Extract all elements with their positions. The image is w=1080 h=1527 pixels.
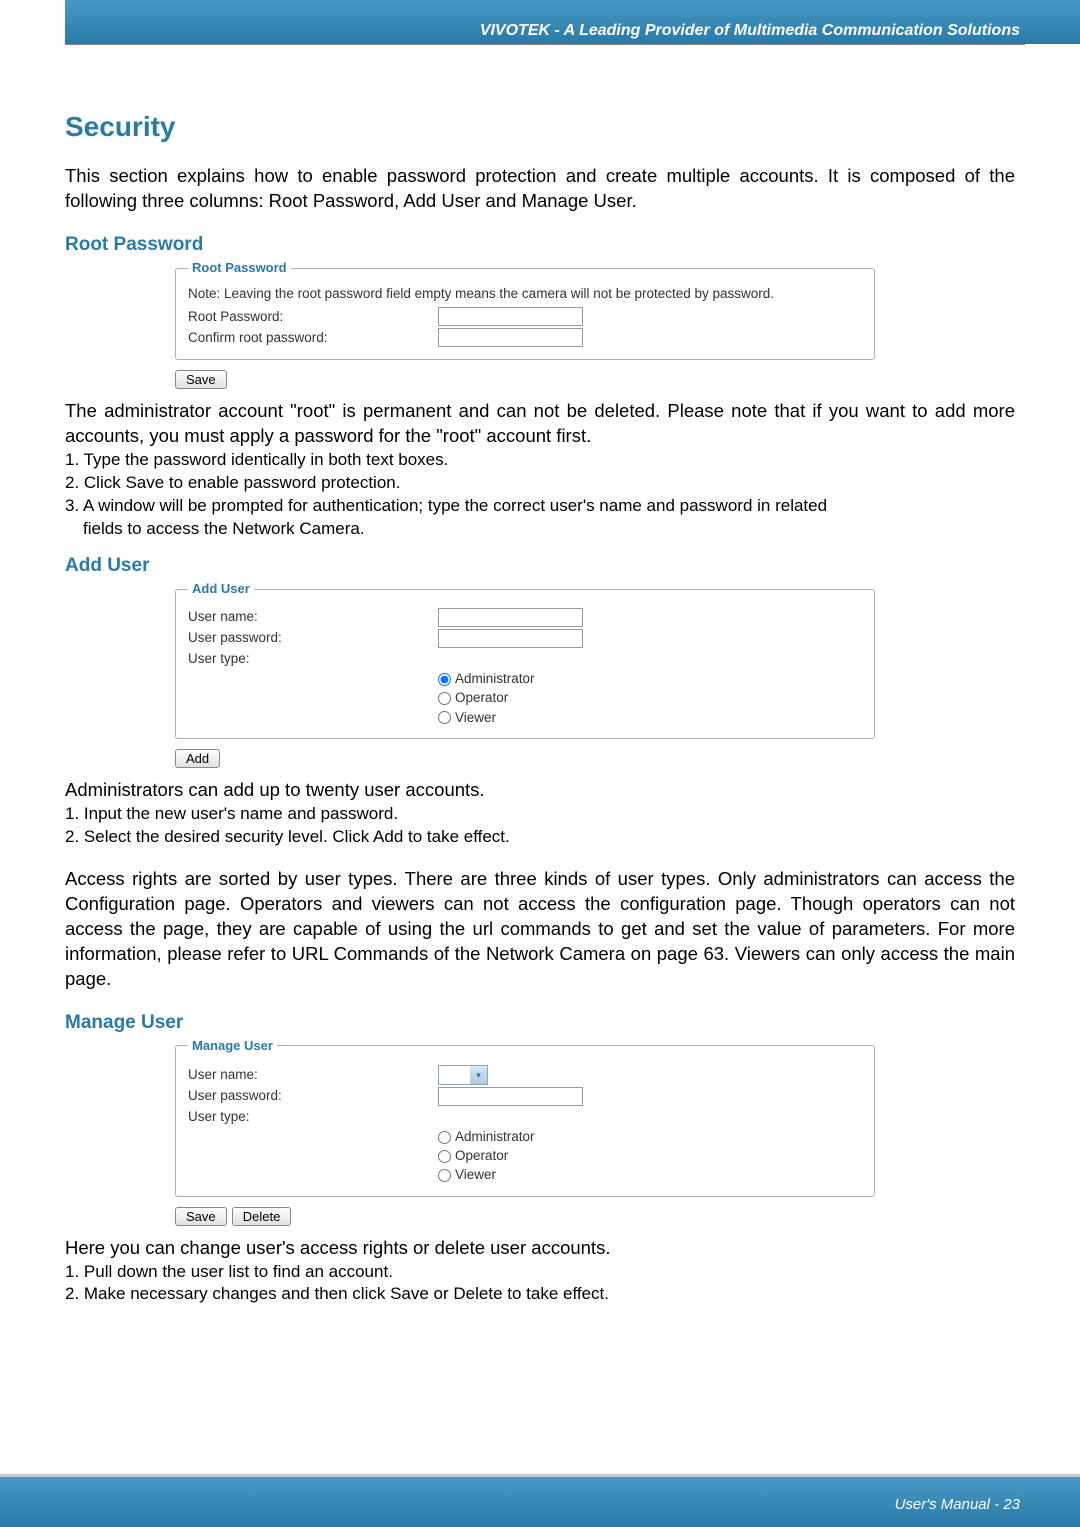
add-user-pass-label: User password: bbox=[188, 629, 438, 647]
add-user-para: Administrators can add up to twenty user… bbox=[65, 778, 1015, 803]
add-admin-label: Administrator bbox=[455, 670, 535, 688]
root-password-para: The administrator account "root" is perm… bbox=[65, 399, 1015, 449]
manage-step-1: 1. Pull down the user list to find an ac… bbox=[65, 1261, 1015, 1284]
header-divider bbox=[65, 44, 1025, 45]
add-step-2: 2. Select the desired security level. Cl… bbox=[65, 826, 1015, 849]
manage-user-pass-label: User password: bbox=[188, 1087, 438, 1105]
add-viewer-radio[interactable] bbox=[438, 711, 451, 724]
manage-admin-label: Administrator bbox=[455, 1128, 535, 1146]
page-footer: User's Manual - 23 bbox=[0, 1457, 1080, 1527]
page-title: Security bbox=[65, 108, 1015, 146]
root-password-fieldset-wrap: Root Password Note: Leaving the root pas… bbox=[175, 259, 1015, 360]
manage-operator-radio[interactable] bbox=[438, 1150, 451, 1163]
manage-operator-label: Operator bbox=[455, 1147, 508, 1165]
access-rights-para: Access rights are sorted by user types. … bbox=[65, 867, 1015, 992]
root-step-3: 3. A window will be prompted for authent… bbox=[65, 495, 1015, 518]
manage-viewer-label: Viewer bbox=[455, 1166, 496, 1184]
root-password-heading: Root Password bbox=[65, 232, 1015, 258]
root-password-input[interactable] bbox=[438, 307, 583, 326]
add-user-fieldset-wrap: Add User User name: User password: User … bbox=[175, 580, 1015, 738]
add-viewer-label: Viewer bbox=[455, 709, 496, 727]
root-step-1: 1. Type the password identically in both… bbox=[65, 449, 1015, 472]
page-header: VIVOTEK - A Leading Provider of Multimed… bbox=[0, 0, 1080, 78]
manage-user-legend: Manage User bbox=[188, 1037, 277, 1055]
header-title: VIVOTEK - A Leading Provider of Multimed… bbox=[480, 22, 1020, 40]
root-save-button[interactable]: Save bbox=[175, 370, 227, 389]
manage-save-button[interactable]: Save bbox=[175, 1207, 227, 1226]
manage-step-2: 2. Make necessary changes and then click… bbox=[65, 1283, 1015, 1306]
root-password-fieldset: Root Password Note: Leaving the root pas… bbox=[175, 259, 875, 360]
manage-user-heading: Manage User bbox=[65, 1010, 1015, 1036]
add-admin-radio[interactable] bbox=[438, 673, 451, 686]
manage-user-pass-input[interactable] bbox=[438, 1087, 583, 1106]
manage-user-fieldset: Manage User User name: ▾ User password: … bbox=[175, 1037, 875, 1196]
add-user-legend: Add User bbox=[188, 580, 254, 598]
manage-user-para: Here you can change user's access rights… bbox=[65, 1236, 1015, 1261]
confirm-password-label: Confirm root password: bbox=[188, 329, 438, 347]
manage-viewer-radio[interactable] bbox=[438, 1169, 451, 1182]
add-user-name-input[interactable] bbox=[438, 608, 583, 627]
root-step-3b: fields to access the Network Camera. bbox=[83, 518, 1015, 541]
chevron-down-icon: ▾ bbox=[470, 1066, 487, 1084]
root-password-legend: Root Password bbox=[188, 259, 291, 277]
add-operator-radio[interactable] bbox=[438, 692, 451, 705]
add-user-type-label: User type: bbox=[188, 650, 438, 668]
add-operator-label: Operator bbox=[455, 689, 508, 707]
manage-delete-button[interactable]: Delete bbox=[232, 1207, 292, 1226]
footer-page-number: User's Manual - 23 bbox=[895, 1496, 1020, 1513]
add-step-1: 1. Input the new user's name and passwor… bbox=[65, 803, 1015, 826]
add-user-heading: Add User bbox=[65, 553, 1015, 579]
manage-user-name-label: User name: bbox=[188, 1066, 438, 1084]
content-area: Security This section explains how to en… bbox=[0, 78, 1080, 1306]
intro-text: This section explains how to enable pass… bbox=[65, 164, 1015, 214]
manage-user-select[interactable]: ▾ bbox=[438, 1065, 488, 1085]
manage-admin-radio[interactable] bbox=[438, 1131, 451, 1144]
add-button[interactable]: Add bbox=[175, 749, 220, 768]
manage-user-fieldset-wrap: Manage User User name: ▾ User password: … bbox=[175, 1037, 1015, 1196]
confirm-password-input[interactable] bbox=[438, 328, 583, 347]
add-user-pass-input[interactable] bbox=[438, 629, 583, 648]
add-user-fieldset: Add User User name: User password: User … bbox=[175, 580, 875, 738]
root-password-label: Root Password: bbox=[188, 308, 438, 326]
root-password-note: Note: Leaving the root password field em… bbox=[188, 285, 862, 303]
manage-user-type-label: User type: bbox=[188, 1108, 438, 1126]
add-user-name-label: User name: bbox=[188, 608, 438, 626]
root-step-2: 2. Click Save to enable password protect… bbox=[65, 472, 1015, 495]
